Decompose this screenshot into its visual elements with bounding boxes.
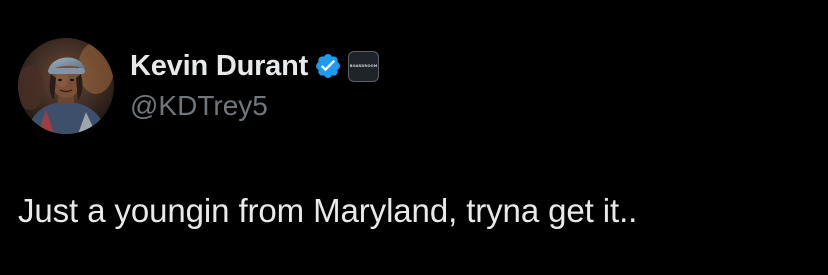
- tweet-card: Kevin Durant BOARDROOM @KDTrey5 Just a y…: [0, 0, 828, 275]
- verified-badge-icon[interactable]: [314, 52, 342, 80]
- author-name-row: Kevin Durant BOARDROOM: [130, 46, 380, 86]
- tweet-text: Just a youngin from Maryland, tryna get …: [18, 192, 638, 229]
- affiliate-badge-label: BOARDROOM: [349, 64, 378, 68]
- affiliate-badge[interactable]: BOARDROOM: [348, 50, 380, 82]
- author-handle[interactable]: @KDTrey5: [130, 90, 268, 122]
- avatar-photo: [18, 38, 114, 134]
- author-display-name[interactable]: Kevin Durant: [130, 50, 308, 83]
- author-avatar[interactable]: [18, 38, 114, 134]
